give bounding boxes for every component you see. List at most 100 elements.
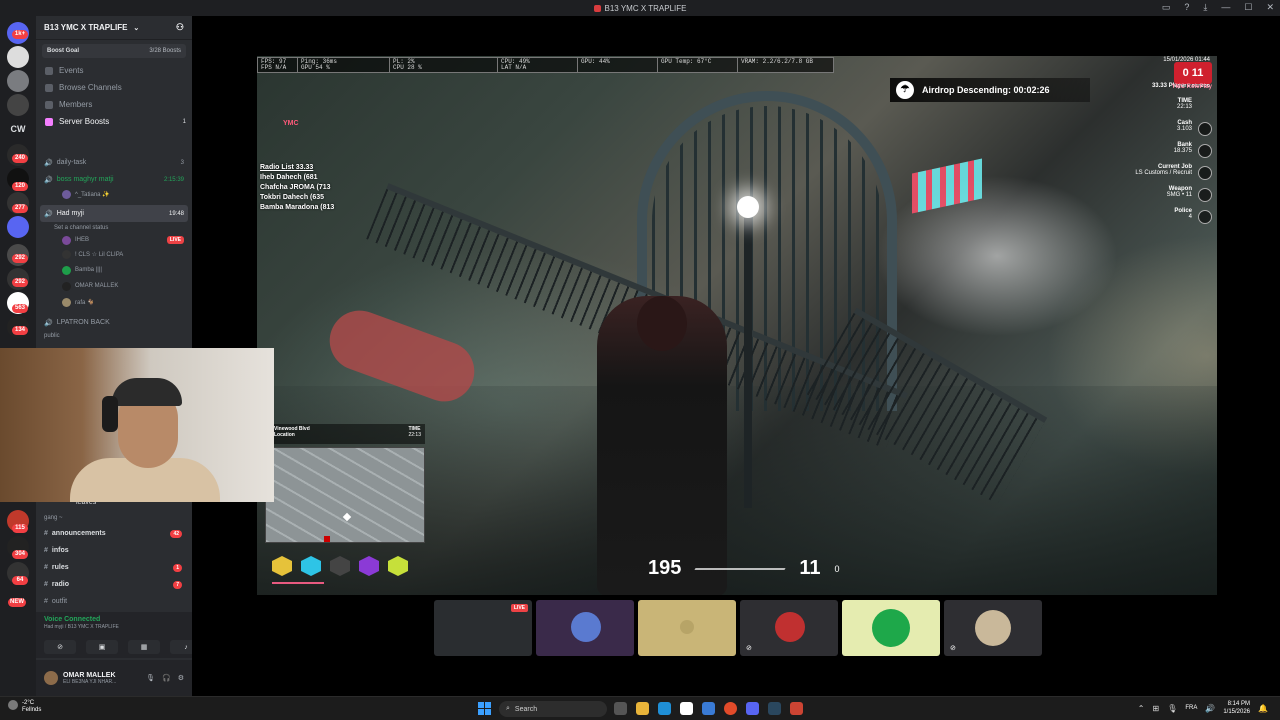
video-off-icon[interactable]: ⊘: [44, 640, 76, 654]
voice-member[interactable]: ^_Tatiana ✨: [40, 188, 188, 200]
participant-tile-speaking[interactable]: [842, 600, 940, 656]
airdrop-banner: ☂ Airdrop Descending: 00:02:26: [890, 78, 1090, 102]
volume-icon[interactable]: 🔊: [1205, 704, 1215, 713]
category-public[interactable]: public: [40, 331, 188, 341]
headphones-icon[interactable]: 🎧: [162, 674, 171, 682]
stat-cash: Cash 3.103: [1100, 120, 1212, 142]
voice-connected-panel: Voice Connected Had myji / B13 YMC X TRA…: [36, 612, 202, 658]
radio-list: Radio List 33.33 Iheb Dahech (681 Chafch…: [260, 163, 334, 213]
app-icon[interactable]: [790, 702, 803, 715]
voice-member[interactable]: Bamba ||||: [40, 262, 188, 278]
radio-title: Radio List 33.33: [260, 164, 314, 171]
participant-tile[interactable]: ⊘: [740, 600, 838, 656]
minimize-button[interactable]: —: [1221, 2, 1230, 13]
weather-widget[interactable]: -2°C Fellnds: [8, 700, 41, 714]
live-badge: LIVE: [166, 236, 184, 244]
nav-server-boosts[interactable]: Server Boosts 1: [42, 113, 186, 130]
server-name: B13 YMC X TRAPLIFE: [44, 23, 128, 32]
perf-value: FPS N/A: [261, 64, 287, 71]
participant-tile[interactable]: [638, 600, 736, 656]
mention-badge: 1k+: [12, 30, 28, 39]
stat-value: 3.103: [1176, 126, 1192, 132]
nav-members[interactable]: Members: [42, 96, 186, 113]
server-nav: Events Browse Channels Members Server Bo…: [36, 62, 192, 130]
scene-player: [597, 296, 727, 595]
server-header[interactable]: B13 YMC X TRAPLIFE ⌄ ⚇: [36, 16, 192, 40]
language-indicator[interactable]: FRA: [1185, 705, 1197, 711]
server-icon[interactable]: [7, 70, 29, 92]
file-explorer-icon[interactable]: [636, 702, 649, 715]
clock[interactable]: 8:14 PM 1/15/2026: [1223, 700, 1250, 716]
members-icon: [45, 100, 53, 109]
help-icon[interactable]: ?: [1184, 2, 1189, 13]
boost-goal[interactable]: Boost Goal 3/28 Boosts: [42, 44, 186, 58]
voice-member[interactable]: ! CLS ☆ Lil CLIPA: [40, 246, 188, 262]
channel-status[interactable]: Set a channel status: [40, 222, 188, 234]
task-view-icon[interactable]: [614, 702, 627, 715]
mention-badge: 120: [12, 182, 28, 191]
screen-share-icon[interactable]: ▣: [86, 640, 118, 654]
channel-infos[interactable]: # infos: [40, 542, 188, 559]
notification-icon[interactable]: 🔔: [1258, 704, 1268, 713]
muted-icon: ⊘: [746, 645, 752, 652]
server-icon-cw[interactable]: CW: [7, 118, 29, 140]
maximize-button[interactable]: ☐: [1244, 2, 1252, 13]
mic-icon[interactable]: 🎙: [1167, 704, 1177, 713]
close-button[interactable]: ✕: [1266, 2, 1274, 13]
channel-boss[interactable]: 🔊 boss maghyr matji 2:15:39: [40, 171, 188, 188]
windows-start-icon[interactable]: [478, 702, 491, 715]
player-blip-icon: [342, 512, 352, 522]
voice-member[interactable]: OMAR MALLEK: [40, 278, 188, 294]
steam-icon[interactable]: [768, 702, 781, 715]
inbox-icon[interactable]: ▭: [1162, 2, 1171, 13]
chevron-down-icon: ⌄: [133, 24, 140, 32]
stat-value: 18.375: [1173, 148, 1192, 154]
channel-announcements[interactable]: # announcements 42: [40, 525, 188, 542]
voice-member[interactable]: IHEB LIVE: [40, 234, 188, 246]
voice-connected-subtitle[interactable]: Had myji / B13 YMC X TRAPLIFE: [44, 624, 184, 630]
user-info[interactable]: OMAR MALLEK ELI BE3NA YJI NHAR...: [63, 672, 116, 685]
download-icon[interactable]: ⤓: [1203, 2, 1207, 13]
mic-icon[interactable]: 🎙: [146, 674, 155, 682]
chrome-icon[interactable]: [724, 702, 737, 715]
channel-had-myji[interactable]: 🔊 Had myji 19:48: [40, 205, 188, 222]
category-gang[interactable]: gang ~: [40, 511, 188, 525]
discord-icon[interactable]: [746, 702, 759, 715]
gear-icon[interactable]: ⚙: [178, 674, 184, 682]
channel-outfit[interactable]: # outfit: [40, 593, 188, 610]
notepad-icon[interactable]: [680, 702, 693, 715]
stream-tile[interactable]: LIVE: [434, 600, 532, 656]
chevron-up-icon[interactable]: ⌃: [1138, 704, 1145, 713]
user-name: OMAR MALLEK: [63, 671, 116, 679]
unread-badge: 7: [173, 580, 182, 589]
mention-badge: 134: [12, 326, 28, 335]
channel-rules[interactable]: # rules 1: [40, 559, 188, 576]
channel-label: boss maghyr matji: [56, 176, 114, 183]
job-icon: [1198, 166, 1212, 180]
voice-member[interactable]: rafa 🐐: [40, 294, 188, 310]
channel-lpatron[interactable]: 🔊 LPATRON BACK: [40, 314, 188, 331]
channel-daily-task[interactable]: 🔊 daily-task 3: [40, 154, 188, 171]
channel-radio[interactable]: # radio 7: [40, 576, 188, 593]
network-icon[interactable]: ⊞: [1153, 704, 1160, 713]
server-icon[interactable]: [7, 94, 29, 116]
taskbar-search[interactable]: ⌕ Search: [499, 701, 607, 717]
server-icon[interactable]: [7, 216, 29, 238]
invite-icon[interactable]: ⚇: [176, 22, 184, 33]
participant-tile[interactable]: [536, 600, 634, 656]
nav-browse-channels[interactable]: Browse Channels: [42, 79, 186, 96]
edge-icon[interactable]: [658, 702, 671, 715]
mail-icon[interactable]: [702, 702, 715, 715]
avatar[interactable]: [44, 671, 58, 685]
participant-tile[interactable]: ⊘: [944, 600, 1042, 656]
stat-weapon: Weapon SMG • 11: [1100, 186, 1212, 208]
server-icon[interactable]: [7, 46, 29, 68]
search-icon: ⌕: [506, 705, 510, 712]
webcam-person-cap: [112, 378, 182, 406]
ammo-reserve: 11: [799, 557, 821, 579]
member-name: rafa 🐐: [75, 299, 95, 306]
activities-icon[interactable]: ▦: [128, 640, 160, 654]
thirst-icon: [301, 556, 321, 576]
perf-cell: GPU: 44%: [578, 58, 658, 72]
nav-events[interactable]: Events: [42, 62, 186, 79]
